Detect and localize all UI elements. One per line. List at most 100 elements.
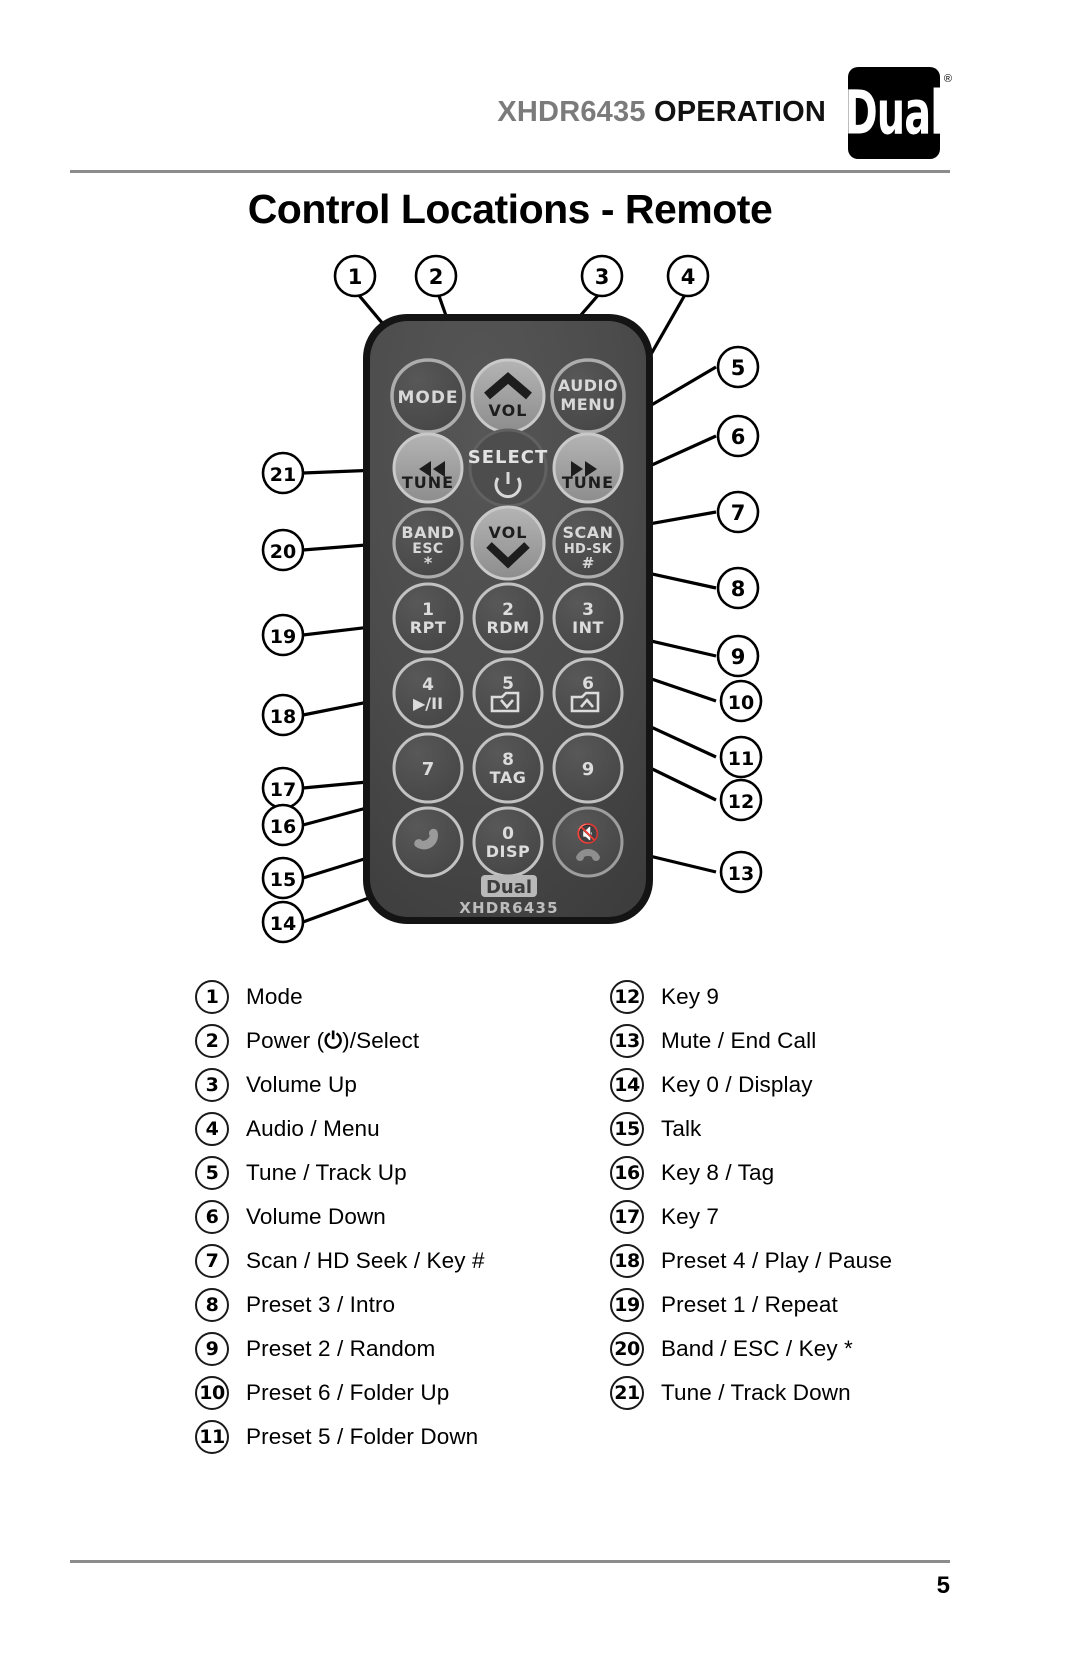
legend-label: Key 0 / Display (661, 1072, 813, 1097)
legend-item: 11 Preset 5 / Folder Down (195, 1415, 500, 1459)
legend-number: 3 (195, 1068, 229, 1102)
legend-number: 10 (195, 1376, 229, 1410)
callout-5: 5 (716, 345, 760, 389)
callout-19: 19 (261, 613, 305, 657)
remote-diagram: MODE VOL AUDIO MENU TUNE SELECT TUNE BAN… (0, 250, 1080, 950)
footer-divider (70, 1560, 950, 1563)
svg-text:12: 12 (728, 791, 754, 813)
remote-button-preset-1: 1 RPT (392, 582, 464, 654)
legend-item: 5 Tune / Track Up (195, 1151, 500, 1195)
legend-number: 17 (610, 1200, 644, 1234)
remote-model-label: XHDR6435 (459, 899, 558, 917)
legend-number: 15 (610, 1112, 644, 1146)
legend-label: Mode (246, 984, 303, 1009)
svg-text:🔇: 🔇 (576, 822, 600, 845)
svg-text:MODE: MODE (397, 388, 458, 408)
legend-label: Band / ESC / Key * (661, 1336, 853, 1361)
legend-item: 17 Key 7 (610, 1195, 915, 1239)
remote-button-preset-5: 5 (472, 657, 544, 729)
legend-item: 19 Preset 1 / Repeat (610, 1283, 915, 1327)
legend-number: 13 (610, 1024, 644, 1058)
svg-text:3: 3 (595, 265, 610, 289)
svg-text:BAND: BAND (401, 523, 454, 542)
legend-label: Preset 4 / Play / Pause (661, 1248, 893, 1273)
remote-button-select-power: SELECT (468, 428, 549, 508)
callout-18: 18 (261, 693, 305, 737)
svg-text:VOL: VOL (489, 401, 528, 420)
callout-15: 15 (261, 856, 305, 900)
svg-text:RPT: RPT (410, 618, 446, 637)
legend-label: Key 7 (661, 1204, 720, 1229)
svg-text:7: 7 (731, 501, 746, 525)
svg-text:SCAN: SCAN (562, 523, 613, 542)
legend-item: 4 Audio / Menu (195, 1107, 500, 1151)
svg-text:RDM: RDM (486, 618, 529, 637)
svg-text:18: 18 (270, 706, 296, 728)
legend-label: Preset 5 / Folder Down (246, 1424, 479, 1449)
svg-text:5: 5 (502, 674, 514, 694)
callout-12: 12 (719, 778, 763, 822)
legend-label: Key 9 (661, 984, 720, 1009)
legend-number: 18 (610, 1244, 644, 1278)
dual-logo: Dual ® (844, 66, 952, 159)
svg-text:17: 17 (270, 779, 296, 801)
page-title: Control Locations - Remote (247, 186, 773, 232)
svg-text:19: 19 (270, 626, 296, 648)
legend-item: 12 Key 9 (610, 975, 915, 1019)
header-section: OPERATION (653, 96, 826, 128)
legend-number: 14 (610, 1068, 644, 1102)
remote-button-key-8: 8 TAG (472, 732, 544, 804)
power-icon: ⏻ (324, 1028, 343, 1054)
callout-8: 8 (716, 566, 760, 610)
legend-item: 9 Preset 2 / Random (195, 1327, 500, 1371)
callout-16: 16 (261, 803, 305, 847)
page-header: XHDR6435 OPERATION Dual ® (70, 60, 952, 165)
svg-text:4: 4 (681, 265, 696, 289)
callout-10: 10 (719, 679, 763, 723)
legend-label: Preset 6 / Folder Up (246, 1380, 450, 1405)
svg-text:0: 0 (502, 824, 514, 844)
callout-6: 6 (716, 414, 760, 458)
legend-label: Talk (661, 1116, 702, 1141)
page-number: 5 (936, 1572, 950, 1599)
remote-button-mute-end-call: 🔇 (552, 806, 624, 878)
legend-item: 16 Key 8 / Tag (610, 1151, 915, 1195)
svg-text:1: 1 (422, 600, 434, 620)
remote-button-talk (392, 806, 464, 878)
legend-item: 18 Preset 4 / Play / Pause (610, 1239, 915, 1283)
legend-number: 20 (610, 1332, 644, 1366)
svg-text:10: 10 (728, 692, 754, 714)
legend-label: Audio / Menu (246, 1116, 380, 1141)
legend-item: 7 Scan / HD Seek / Key # (195, 1239, 500, 1283)
svg-text:13: 13 (728, 863, 754, 885)
remote-brand-label: Dual (486, 877, 532, 898)
legend-label: Volume Down (246, 1204, 386, 1229)
remote-button-key-7: 7 (392, 732, 464, 804)
svg-text:TAG: TAG (490, 768, 527, 787)
svg-text:SELECT: SELECT (468, 447, 549, 468)
legend-label: Mute / End Call (661, 1028, 817, 1053)
legend-item: 1 Mode (195, 975, 500, 1019)
dual-logo-text: Dual (844, 76, 944, 148)
legend-number: 19 (610, 1288, 644, 1322)
callout-14: 14 (261, 900, 305, 944)
legend-number: 16 (610, 1156, 644, 1190)
header-divider (70, 170, 950, 173)
svg-text:1: 1 (348, 265, 363, 289)
svg-text:6: 6 (731, 425, 746, 449)
remote-button-preset-3: 3 INT (552, 582, 624, 654)
legend-number: 21 (610, 1376, 644, 1410)
legend-column-left: 1 Mode 2 Power (⏻)/Select 3 Volume Up 4 … (195, 975, 500, 1459)
remote-button-audio-menu: AUDIO MENU (550, 358, 626, 434)
svg-text:*: * (424, 553, 433, 572)
legend-label-pre: Power ( (246, 1028, 325, 1053)
remote-button-key-9: 9 (552, 732, 624, 804)
legend-column-right: 12 Key 9 13 Mute / End Call 14 Key 0 / D… (610, 975, 915, 1459)
registered-trademark-icon: ® (943, 72, 952, 85)
svg-text:6: 6 (582, 674, 594, 694)
legend-number: 9 (195, 1332, 229, 1366)
callout-11: 11 (719, 735, 763, 779)
remote-button-volume-up: VOL (470, 358, 546, 434)
legend-number: 8 (195, 1288, 229, 1322)
svg-text:TUNE: TUNE (402, 473, 454, 492)
